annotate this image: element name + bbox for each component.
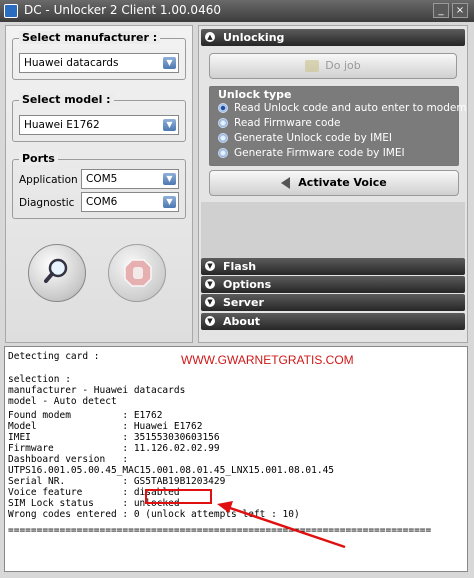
unlocking-header-label: Unlocking [223,31,285,44]
manufacturer-select[interactable]: Huawei datacards ▼ [19,53,179,73]
title-bar: DC - Unlocker 2 Client 1.00.0460 _ × [0,0,474,22]
activate-voice-label: Activate Voice [298,176,387,189]
options-header-label: Options [223,278,272,291]
flash-header-label: Flash [223,260,257,273]
do-job-label: Do job [325,59,361,72]
collapse-arrow-icon: ▲ [205,32,215,42]
unlock-type-option[interactable]: Generate Unlock code by IMEI [218,131,392,146]
expand-arrow-icon: ▼ [205,297,215,307]
flash-section-header[interactable]: ▼ Flash [201,258,465,275]
close-button[interactable]: × [452,3,468,18]
do-job-button[interactable]: Do job [209,53,457,79]
activate-voice-button[interactable]: Activate Voice [209,170,459,196]
unlocking-section-header[interactable]: ▲ Unlocking [201,29,465,46]
window-title: DC - Unlocker 2 Client 1.00.0460 [24,3,221,17]
unlock-type-group: Unlock type Read Unlock code and auto en… [209,86,467,166]
manufacturer-label: Select manufacturer : [19,31,161,44]
ports-label: Ports [19,152,58,165]
dropdown-arrow-icon[interactable]: ▼ [163,119,176,131]
application-port-select[interactable]: COM5 ▼ [81,169,179,189]
about-section-header[interactable]: ▼ About [201,313,465,330]
model-value: Huawei E1762 [24,119,100,131]
radio-icon[interactable] [218,133,228,143]
radio-icon[interactable] [218,148,228,158]
expand-arrow-icon: ▼ [205,261,215,271]
left-panel: Select manufacturer : Huawei datacards ▼… [5,25,193,343]
radio-checked-icon[interactable] [218,103,228,113]
highlight-arrow-icon [217,501,346,549]
diagnostic-port-label: Diagnostic [19,197,75,209]
unlock-type-option[interactable]: Generate Firmware code by IMEI [218,146,405,161]
model-select[interactable]: Huawei E1762 ▼ [19,115,179,135]
server-section-header[interactable]: ▼ Server [201,294,465,311]
application-port-label: Application [19,174,78,186]
radio-icon[interactable] [218,118,228,128]
diagnostic-port-value: COM6 [86,196,118,208]
diagnostic-port-select[interactable]: COM6 ▼ [81,192,179,212]
server-header-label: Server [223,296,264,309]
unlock-type-option-label: Generate Firmware code by IMEI [234,147,405,159]
model-label: Select model : [19,93,114,106]
options-section-header[interactable]: ▼ Options [201,276,465,293]
detect-button[interactable] [28,244,86,302]
expand-arrow-icon: ▼ [205,279,215,289]
do-job-icon [305,60,320,72]
ports-group: Ports Application COM5 ▼ Diagnostic COM6… [12,152,186,219]
model-group: Select model : Huawei E1762 ▼ [12,93,186,142]
dropdown-arrow-icon[interactable]: ▼ [163,173,176,185]
stop-hand-icon [124,259,152,287]
unlock-type-option-label: Generate Unlock code by IMEI [234,132,393,144]
manufacturer-value: Huawei datacards [24,57,119,69]
app-icon [4,4,18,18]
unlocking-blank-area [201,202,465,258]
stop-button[interactable] [108,244,166,302]
unlock-type-title: Unlock type [218,88,292,101]
about-header-label: About [223,315,261,328]
application-port-value: COM5 [86,173,118,185]
unlock-type-option[interactable]: Read Firmware code [218,116,341,131]
right-panel: ▲ Unlocking Do job Unlock type Read Unlo… [198,25,468,343]
expand-arrow-icon: ▼ [205,316,215,326]
dropdown-arrow-icon[interactable]: ▼ [163,196,176,208]
manufacturer-group: Select manufacturer : Huawei datacards ▼ [12,31,186,80]
dropdown-arrow-icon[interactable]: ▼ [163,57,176,69]
unlock-type-option-label: Read Firmware code [234,117,341,129]
minimize-button[interactable]: _ [433,3,449,18]
unlock-type-option-label: Read Unlock code and auto enter to modem [234,102,467,114]
speaker-icon [281,177,291,189]
unlock-type-option[interactable]: Read Unlock code and auto enter to modem [218,101,467,116]
log-output[interactable]: Detecting card : selection : manufacture… [4,346,468,572]
magnifier-icon [44,258,68,283]
